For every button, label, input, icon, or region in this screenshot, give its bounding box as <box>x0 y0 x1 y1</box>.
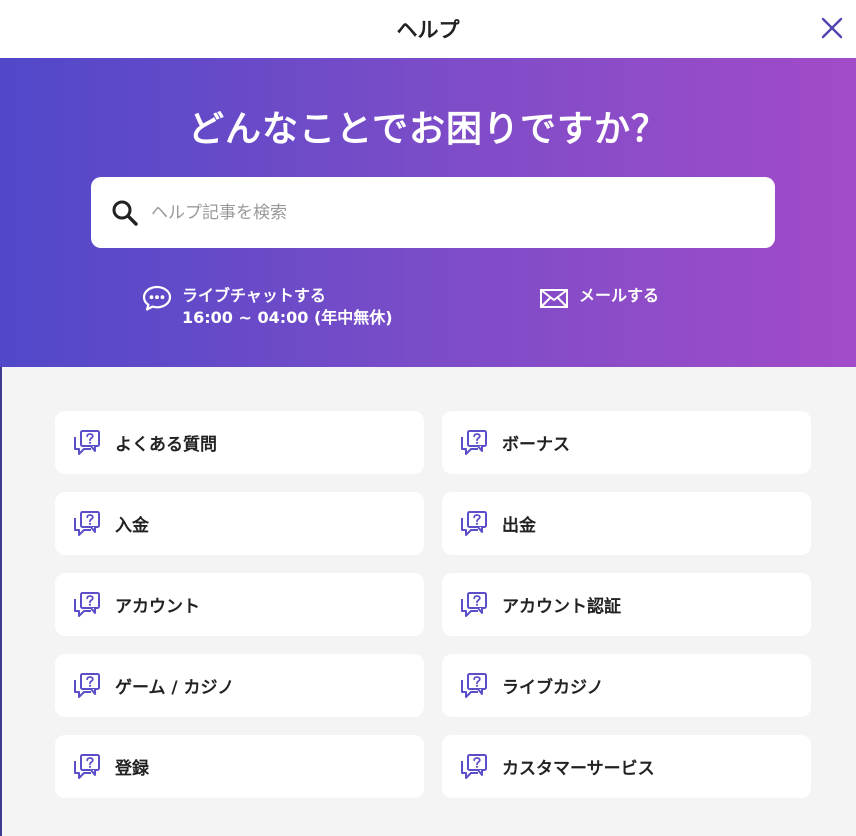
help-category-label: よくある質問 <box>115 435 217 455</box>
help-category-item[interactable]: ゲーム / カジノ <box>55 654 424 717</box>
envelope-icon <box>540 289 568 308</box>
help-question-icon <box>74 672 100 698</box>
help-category-item[interactable]: 出金 <box>442 492 811 555</box>
hero-banner: どんなことでお困りですか？ ライブチャットする 16:00 ~ 04:00 (年… <box>0 58 856 367</box>
search-icon <box>112 200 138 226</box>
help-category-item[interactable]: よくある質問 <box>55 411 424 474</box>
help-category-label: 入金 <box>115 516 149 536</box>
search-input[interactable] <box>151 177 751 248</box>
help-question-icon <box>74 429 100 455</box>
live-chat-button[interactable]: ライブチャットする 16:00 ~ 04:00 (年中無休) <box>142 285 393 329</box>
live-chat-text: ライブチャットする 16:00 ~ 04:00 (年中無休) <box>182 285 393 329</box>
hero-title: どんなことでお困りですか？ <box>188 109 668 150</box>
email-button[interactable]: メールする <box>539 285 659 311</box>
help-header: ヘルプ <box>0 0 856 58</box>
help-category-item[interactable]: カスタマーサービス <box>442 735 811 798</box>
email-label: メールする <box>579 286 660 305</box>
help-category-label: アカウント <box>115 597 200 617</box>
help-question-icon <box>461 753 487 779</box>
live-chat-label: ライブチャットする <box>182 286 326 305</box>
help-category-item[interactable]: ボーナス <box>442 411 811 474</box>
help-question-icon <box>461 591 487 617</box>
help-category-label: ボーナス <box>502 435 570 455</box>
help-category-grid: よくある質問 ボーナス入金 出金アカウント アカウント認証ゲーム / カジノ ライブカジ… <box>55 411 811 800</box>
help-category-item[interactable]: ライブカジノ <box>442 654 811 717</box>
help-category-label: 登録 <box>115 759 149 779</box>
help-question-icon <box>74 591 100 617</box>
help-category-label: ライブカジノ <box>502 678 604 698</box>
help-category-item[interactable]: アカウント認証 <box>442 573 811 636</box>
search-box[interactable] <box>91 177 775 248</box>
chat-bubble-icon <box>142 285 172 311</box>
help-category-label: カスタマーサービス <box>502 759 655 779</box>
help-category-label: 出金 <box>502 516 536 536</box>
help-category-item[interactable]: アカウント <box>55 573 424 636</box>
close-button[interactable] <box>816 12 848 44</box>
help-question-icon <box>461 429 487 455</box>
page-title: ヘルプ <box>396 18 460 42</box>
help-question-icon <box>74 753 100 779</box>
help-question-icon <box>461 672 487 698</box>
help-question-icon <box>74 510 100 536</box>
close-icon <box>821 17 843 39</box>
help-question-icon <box>461 510 487 536</box>
help-category-item[interactable]: 登録 <box>55 735 424 798</box>
help-category-label: アカウント認証 <box>502 597 621 617</box>
help-category-item[interactable]: 入金 <box>55 492 424 555</box>
live-chat-hours: 16:00 ~ 04:00 (年中無休) <box>182 308 393 327</box>
help-category-label: ゲーム / カジノ <box>115 678 235 698</box>
